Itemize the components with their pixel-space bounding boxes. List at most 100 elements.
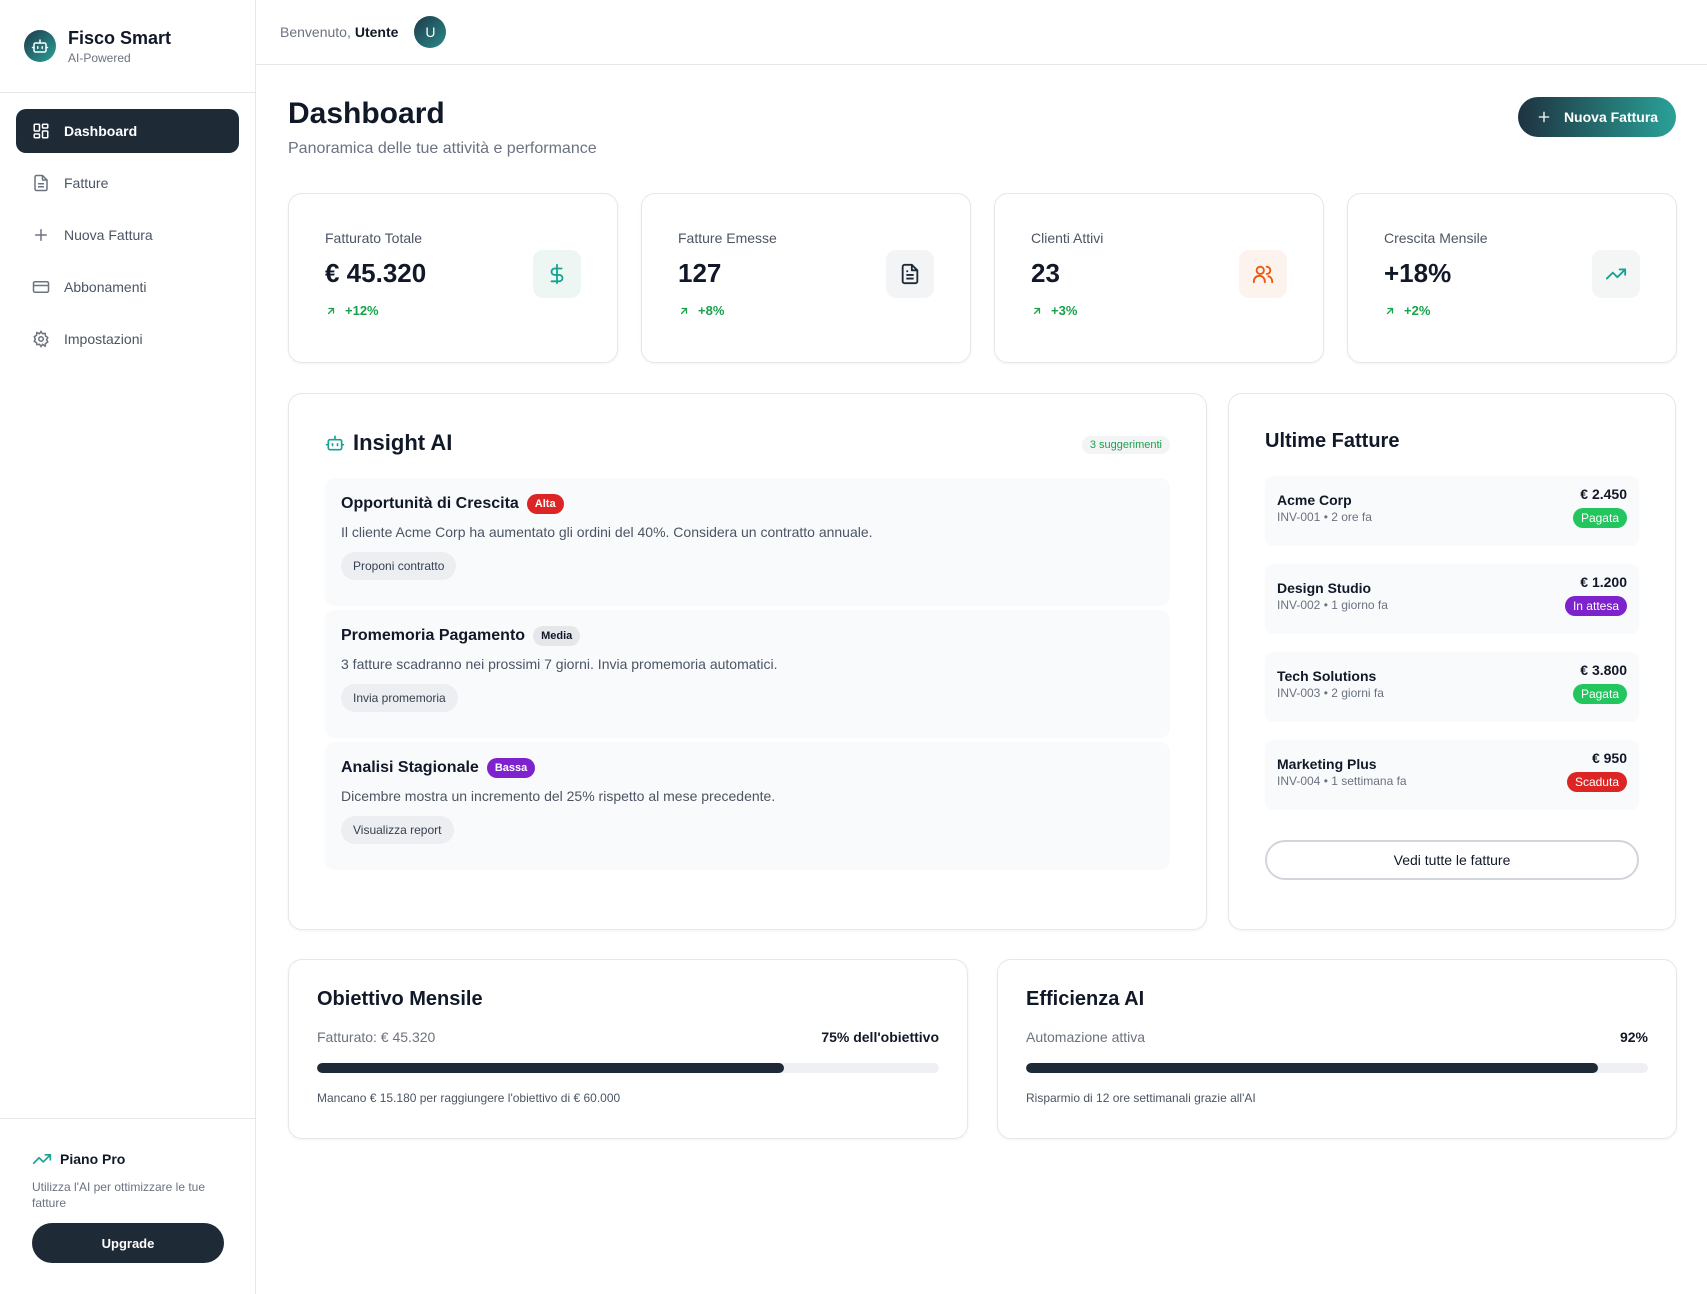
trending-up-icon: [32, 1154, 52, 1164]
plan-panel: Piano Pro Utilizza l'AI per ottimizzare …: [0, 1118, 255, 1294]
recent-invoices-panel: Ultime Fatture Acme Corp INV-001 • 2 ore…: [1228, 393, 1676, 930]
brand-subtitle: AI-Powered: [68, 50, 131, 65]
stat-change-value: +3%: [1051, 303, 1078, 318]
arrow-up-right-icon: [1033, 307, 1041, 314]
document-icon: [886, 250, 934, 298]
invoice-amount: € 3.800: [1580, 662, 1627, 678]
insight-item: Opportunità di Crescita Alta Il cliente …: [325, 478, 1170, 606]
stat-card-fatturato: Fatturato Totale € 45.320 +12%: [288, 193, 618, 363]
bot-icon: [325, 435, 345, 451]
sidebar-item-label: Impostazioni: [64, 331, 143, 347]
sidebar-item-abbonamenti[interactable]: Abbonamenti: [16, 265, 239, 309]
insight-item-title: Opportunità di Crescita: [341, 495, 519, 512]
ai-efficiency-title: Efficienza AI: [1026, 988, 1145, 1010]
priority-badge: Bassa: [486, 758, 536, 778]
insight-item: Analisi Stagionale Bassa Dicembre mostra…: [325, 742, 1170, 870]
sidebar-nav: Dashboard Fatture Nuova Fattura Abboname…: [0, 93, 255, 385]
stat-label: Fatturato Totale: [325, 230, 423, 246]
invoice-amount: € 950: [1591, 750, 1627, 766]
insight-item-description: Il cliente Acme Corp ha aumentato gli or…: [341, 524, 873, 540]
stat-change-value: +12%: [345, 303, 379, 318]
sidebar-item-nuova-fattura[interactable]: Nuova Fattura: [16, 213, 239, 257]
invoice-row[interactable]: Tech Solutions INV-003 • 2 giorni fa € 3…: [1265, 652, 1639, 722]
stat-label: Fatture Emesse: [678, 230, 777, 246]
brand-title: Fisco Smart: [68, 27, 172, 48]
ai-efficiency-panel: Efficienza AI Automazione attiva 92% Ris…: [997, 959, 1677, 1139]
stat-label: Crescita Mensile: [1384, 230, 1488, 246]
brand[interactable]: Fisco Smart AI-Powered: [0, 0, 255, 93]
plan-description: Utilizza l'AI per ottimizzare le tue fat…: [32, 1180, 206, 1210]
users-icon: [1239, 250, 1287, 298]
sidebar-item-impostazioni[interactable]: Impostazioni: [16, 317, 239, 361]
stat-change: +8%: [678, 303, 934, 318]
page-subtitle: Panoramica delle tue attività e performa…: [288, 140, 597, 157]
insight-ai-panel: Insight AI 3 suggerimenti Opportunità di…: [288, 393, 1207, 930]
insight-item-description: 3 fatture scadranno nei prossimi 7 giorn…: [341, 656, 778, 672]
stat-change-value: +8%: [698, 303, 725, 318]
stat-card-fatture: Fatture Emesse 127 +8%: [641, 193, 971, 363]
gear-icon: [33, 330, 49, 348]
status-badge: Scaduta: [1566, 772, 1627, 792]
invoice-client: Marketing Plus: [1277, 756, 1377, 772]
status-badge: In attesa: [1564, 596, 1627, 616]
goal-note: Mancano € 15.180 per raggiungere l'obiet…: [317, 1091, 621, 1105]
sidebar-item-label: Abbonamenti: [64, 279, 147, 295]
see-all-invoices-button[interactable]: Vedi tutte le fatture: [1265, 840, 1639, 880]
invoice-row[interactable]: Design Studio INV-002 • 1 giorno fa € 1.…: [1265, 564, 1639, 634]
credit-card-icon: [32, 281, 50, 293]
invoice-client: Acme Corp: [1277, 492, 1352, 508]
goal-revenue: Fatturato: € 45.320: [317, 1029, 436, 1045]
view-report-button[interactable]: Visualizza report: [341, 816, 454, 844]
efficiency-progress-fill: [1026, 1063, 1599, 1073]
avatar[interactable]: U: [414, 16, 447, 48]
welcome-text: Benvenuto,: [280, 24, 351, 40]
stat-change: +2%: [1384, 303, 1640, 318]
monthly-goal-title: Obiettivo Mensile: [317, 988, 483, 1010]
priority-badge: Alta: [526, 494, 564, 514]
invoice-amount: € 2.450: [1580, 486, 1627, 502]
efficiency-percent: 92%: [1619, 1029, 1648, 1045]
sidebar-item-dashboard[interactable]: Dashboard: [16, 109, 239, 153]
sidebar-item-fatture[interactable]: Fatture: [16, 161, 239, 205]
recent-invoices-title: Ultime Fatture: [1265, 430, 1400, 452]
new-invoice-button[interactable]: Nuova Fattura: [1518, 97, 1676, 137]
invoice-meta: INV-001 • 2 ore fa: [1277, 510, 1372, 524]
propose-contract-button[interactable]: Proponi contratto: [341, 552, 457, 580]
top-bar: Benvenuto, Utente U: [256, 0, 1707, 65]
file-icon: [34, 174, 48, 192]
stat-card-crescita: Crescita Mensile +18% +2%: [1347, 193, 1677, 363]
insight-item: Promemoria Pagamento Media 3 fatture sca…: [325, 610, 1170, 738]
arrow-up-right-icon: [1386, 307, 1394, 314]
efficiency-note: Risparmio di 12 ore settimanali grazie a…: [1026, 1091, 1256, 1105]
insight-item-title: Analisi Stagionale: [341, 759, 479, 776]
plan-title: Piano Pro: [60, 1151, 126, 1167]
invoice-meta: INV-002 • 1 giorno fa: [1277, 598, 1388, 612]
sidebar: Fisco Smart AI-Powered Dashboard Fatture…: [0, 0, 256, 1294]
invoice-row[interactable]: Marketing Plus INV-004 • 1 settimana fa …: [1265, 740, 1639, 810]
invoice-meta: INV-003 • 2 giorni fa: [1277, 686, 1384, 700]
monthly-goal-panel: Obiettivo Mensile Fatturato: € 45.320 75…: [288, 959, 968, 1139]
bot-icon: [24, 30, 56, 62]
sidebar-item-label: Fatture: [64, 175, 109, 191]
automation-label: Automazione attiva: [1026, 1029, 1146, 1045]
send-reminder-button[interactable]: Invia promemoria: [341, 684, 458, 712]
grid-icon: [33, 123, 49, 139]
invoice-meta: INV-004 • 1 settimana fa: [1277, 774, 1407, 788]
insight-title: Insight AI: [325, 430, 1170, 456]
user-name: Utente: [354, 24, 399, 40]
trending-up-icon: [1592, 250, 1640, 298]
insight-item-description: Dicembre mostra un incremento del 25% ri…: [341, 788, 776, 804]
goal-progress-bar: [317, 1063, 939, 1073]
insight-title-text: Insight AI: [353, 430, 453, 455]
stat-label: Clienti Attivi: [1031, 230, 1104, 246]
efficiency-progress-bar: [1026, 1063, 1648, 1073]
dollar-icon: [533, 250, 581, 298]
page-title: Dashboard: [288, 97, 445, 130]
arrow-up-right-icon: [680, 307, 688, 314]
new-invoice-label: Nuova Fattura: [1563, 109, 1659, 125]
upgrade-button[interactable]: Upgrade: [32, 1223, 224, 1263]
invoice-row[interactable]: Acme Corp INV-001 • 2 ore fa € 2.450 Pag…: [1265, 476, 1639, 546]
stat-change: +12%: [325, 303, 581, 318]
arrow-up-right-icon: [327, 307, 335, 314]
sidebar-item-label: Dashboard: [64, 123, 138, 139]
